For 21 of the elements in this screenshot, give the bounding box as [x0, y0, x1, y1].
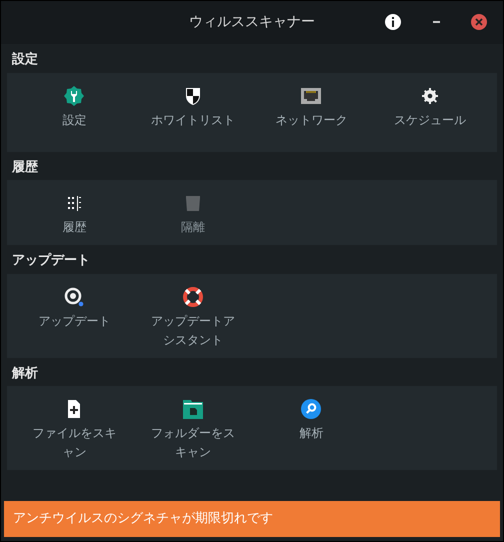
section-heading: アップデート	[11, 252, 91, 270]
tool-item[interactable]: 設定	[15, 84, 134, 130]
tool-item[interactable]: ホワイトリスト	[134, 84, 252, 130]
tool-item[interactable]: 履歴	[15, 192, 134, 237]
info-button[interactable]	[385, 14, 401, 30]
tool-item[interactable]: ファイルをスキャン	[15, 398, 134, 462]
section-heading: 履歴	[10, 158, 39, 176]
close-button[interactable]	[471, 14, 487, 30]
tool-item[interactable]: 解析	[252, 398, 370, 462]
info-icon	[391, 17, 395, 27]
tool-item[interactable]: ネットワーク	[252, 84, 370, 130]
minimize-icon	[432, 21, 440, 23]
tool-item[interactable]: アップデートアシスタント	[134, 286, 252, 350]
tool-item[interactable]: アップデート	[15, 286, 134, 350]
window-title: ウィルススキャナー	[189, 13, 315, 32]
section-heading: 設定	[10, 50, 39, 69]
status-message: アンチウイルスのシグネチャが期限切れです	[13, 510, 273, 528]
section-heading: 解析	[10, 364, 39, 382]
tool-item[interactable]: スケジュール	[370, 84, 489, 130]
tool-item[interactable]: フォルダーをスキャン	[134, 398, 252, 462]
close-icon	[475, 18, 483, 26]
